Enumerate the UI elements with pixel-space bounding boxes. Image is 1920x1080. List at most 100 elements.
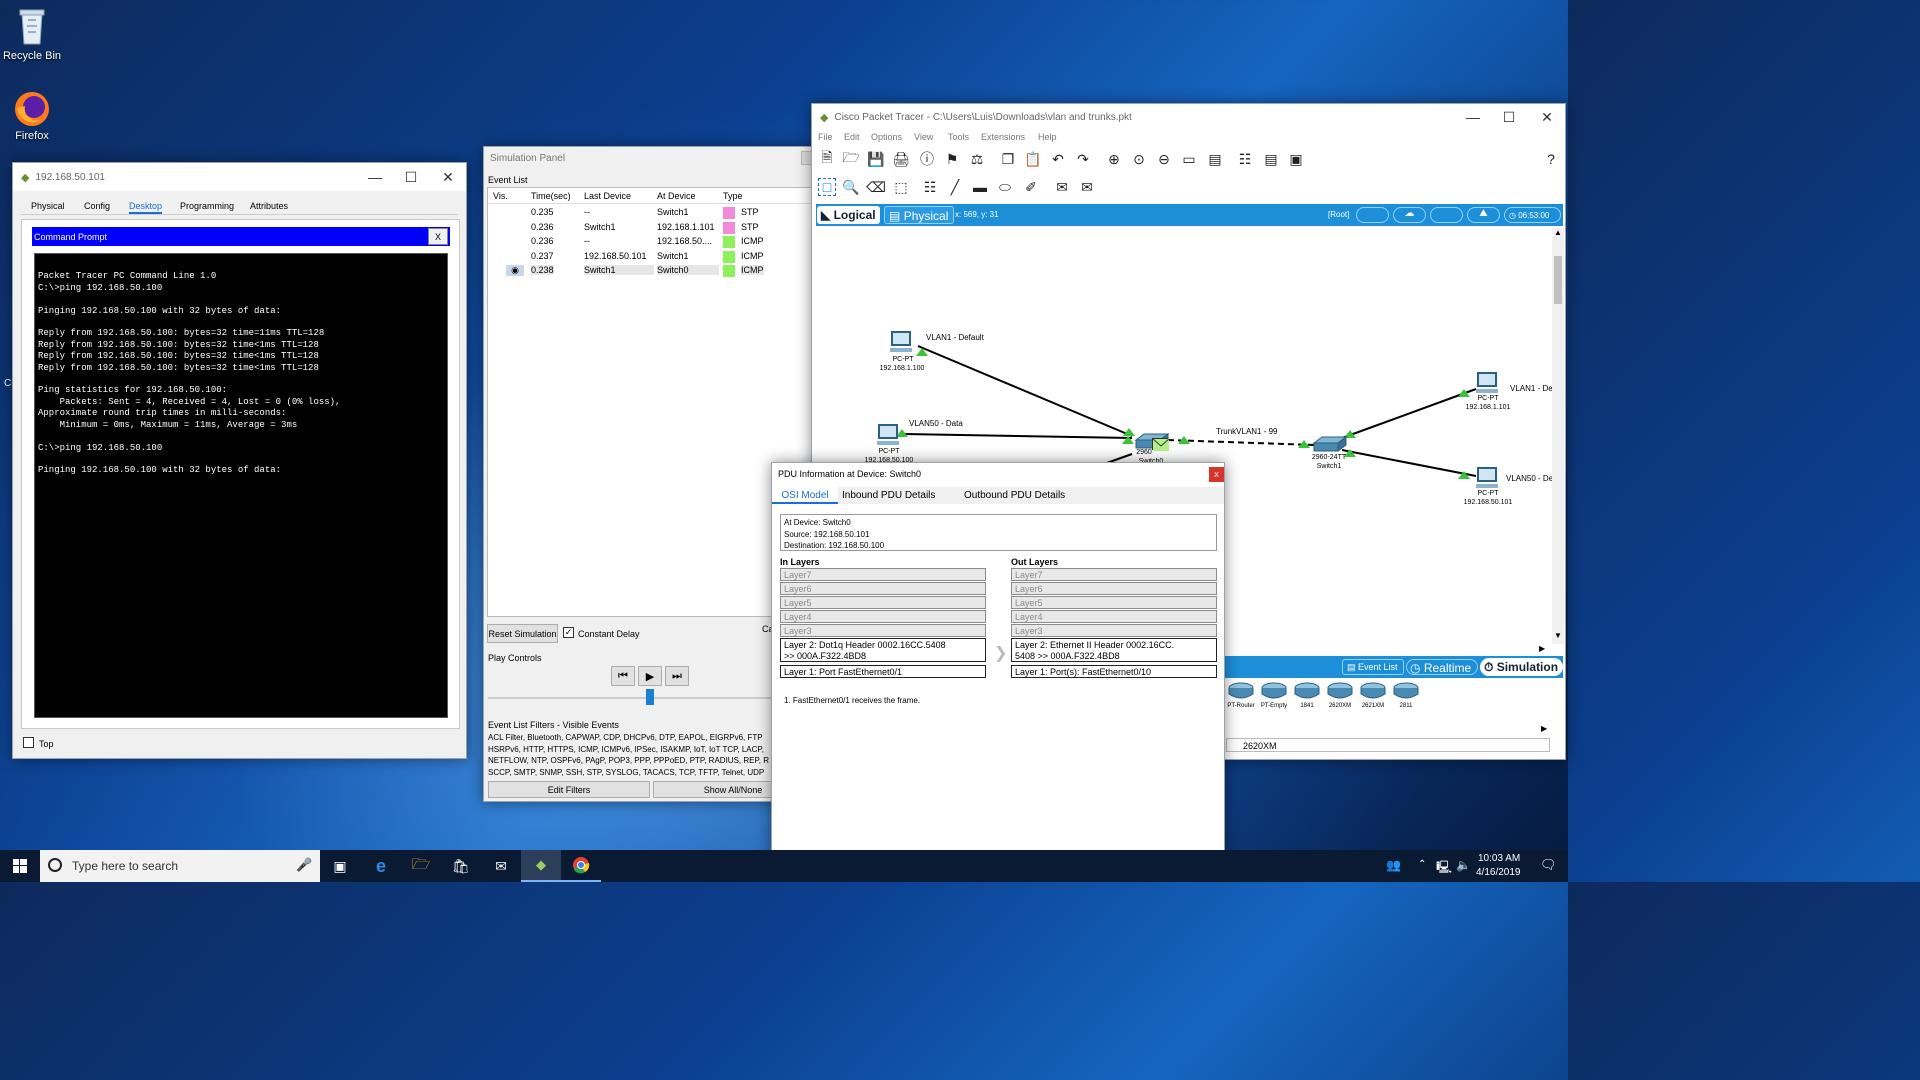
redo-icon[interactable]: ↷ xyxy=(1074,150,1092,168)
event-row[interactable]: 0.237 192.168.50.101 Switch1 ICMP xyxy=(488,250,813,265)
menu-edit[interactable]: Edit xyxy=(844,132,860,142)
new-icon[interactable]: 🗎 xyxy=(818,149,836,168)
people-icon[interactable]: 👥 xyxy=(1386,858,1401,872)
simulation-mode-button[interactable]: ⏱ Simulation xyxy=(1480,658,1563,676)
top-checkbox[interactable] xyxy=(23,737,34,748)
event-row[interactable]: 0.235 -- Switch1 STP xyxy=(488,206,813,221)
workspace-scrollbar-vertical[interactable]: ▲ ▼ xyxy=(1552,228,1564,644)
task-view-button[interactable]: ▣ xyxy=(320,850,360,882)
notes-icon[interactable]: ☷ xyxy=(1236,150,1254,168)
out-layer4[interactable]: Layer4 xyxy=(1011,610,1217,623)
zoom-reset-icon[interactable]: ⊙ xyxy=(1130,150,1148,168)
reset-simulation-button[interactable]: Reset Simulation xyxy=(487,624,558,643)
switch1-device[interactable] xyxy=(1312,435,1348,453)
device-pt-router[interactable]: PT-Router xyxy=(1226,682,1256,714)
desktop-icon-firefox[interactable]: Firefox xyxy=(0,90,64,142)
select-icon[interactable]: □ xyxy=(818,178,836,196)
device-2620xm[interactable]: 2620XM xyxy=(1325,682,1355,714)
tab-osi-model[interactable]: OSI Model xyxy=(772,487,838,504)
event-row[interactable]: 0.236 Switch1 192.168.1.101 STP xyxy=(488,221,813,236)
add-complex-pdu-icon[interactable]: ✉ xyxy=(1078,178,1096,196)
cluster-icon[interactable]: ☁ xyxy=(1393,207,1426,223)
clock-date[interactable]: 4/16/2019 xyxy=(1476,867,1521,878)
store-taskbar-button[interactable]: 🛍 xyxy=(441,850,481,882)
save-icon[interactable]: 💾 xyxy=(867,150,885,168)
column-time[interactable]: Time(sec) xyxy=(531,191,571,201)
minimize-button[interactable]: — xyxy=(1454,104,1492,130)
column-at-device[interactable]: At Device xyxy=(657,191,696,201)
constant-delay-checkbox[interactable]: ✓ xyxy=(563,627,574,638)
navigation-icon[interactable] xyxy=(1356,207,1389,223)
play-button[interactable]: ▶ xyxy=(638,666,662,686)
volume-icon[interactable]: 🔈 xyxy=(1456,858,1471,872)
tab-physical[interactable]: Physical xyxy=(31,201,65,211)
pc1-device[interactable] xyxy=(886,331,916,355)
network-info-icon[interactable]: ⚖ xyxy=(968,150,986,168)
viewport-icon[interactable] xyxy=(1430,207,1463,223)
add-simple-pdu-icon[interactable]: ✉ xyxy=(1053,178,1071,196)
in-layer4[interactable]: Layer4 xyxy=(780,610,986,623)
device-2621xm[interactable]: 2621XM xyxy=(1358,682,1388,714)
network-icon[interactable]: 🖳 xyxy=(1436,858,1452,879)
event-list-toggle[interactable]: ▤ Event List xyxy=(1342,659,1404,675)
menu-help[interactable]: Help xyxy=(1038,132,1057,142)
tab-outbound-pdu[interactable]: Outbound PDU Details xyxy=(964,490,1065,501)
edit-filters-button[interactable]: Edit Filters xyxy=(488,781,650,798)
device-1841[interactable]: 1841 xyxy=(1292,682,1322,714)
minimize-button[interactable]: — xyxy=(356,163,394,191)
tab-desktop[interactable]: Desktop xyxy=(129,201,163,214)
inspect-icon[interactable]: 🔍 xyxy=(842,178,860,196)
logical-tab[interactable]: ◣ Logical xyxy=(817,206,880,224)
scroll-down-icon[interactable]: ▼ xyxy=(1554,631,1562,640)
palette-scroll-right-icon[interactable]: ▶ xyxy=(1541,724,1547,733)
search-box[interactable]: Type here to search 🎤 xyxy=(40,850,320,882)
device-templates-icon[interactable]: ▤ xyxy=(1262,150,1280,168)
close-button[interactable]: ✕ xyxy=(429,163,467,191)
packet-tracer-taskbar-button[interactable]: ◆ xyxy=(521,850,561,882)
menu-view[interactable]: View xyxy=(914,132,933,142)
out-layer1[interactable]: Layer 1: Port(s): FastEthernet0/10 xyxy=(1011,665,1217,678)
notifications-icon[interactable]: 🗨 xyxy=(1540,857,1557,873)
pc2-device[interactable] xyxy=(873,424,903,448)
pc4-device[interactable] xyxy=(1472,467,1502,491)
wizard-icon[interactable]: ⚑ xyxy=(943,150,961,168)
scroll-up-icon[interactable]: ▲ xyxy=(1554,228,1562,237)
out-layer5[interactable]: Layer5 xyxy=(1011,596,1217,609)
place-note-icon[interactable]: ☷ xyxy=(921,178,939,196)
draw-ellipse-icon[interactable]: ⬭ xyxy=(996,178,1014,196)
column-type[interactable]: Type xyxy=(723,191,743,201)
physical-tab[interactable]: ▤ Physical xyxy=(884,206,954,224)
menu-options[interactable]: Options xyxy=(871,132,902,142)
delete-icon[interactable]: ⌫ xyxy=(866,178,886,196)
in-layer5[interactable]: Layer5 xyxy=(780,596,986,609)
pdu-envelope-icon[interactable] xyxy=(1152,438,1170,451)
file-explorer-taskbar-button[interactable]: 🗁 xyxy=(401,850,441,882)
background-image-icon[interactable]: ⛰ xyxy=(1467,207,1500,223)
freeform-icon[interactable]: ✐ xyxy=(1022,178,1040,196)
pdu-close-button[interactable]: x xyxy=(1209,467,1224,482)
out-layer3[interactable]: Layer3 xyxy=(1011,624,1217,637)
in-layer1[interactable]: Layer 1: Port FastEthernet0/1 xyxy=(780,665,986,678)
out-layer2[interactable]: Layer 2: Ethernet II Header 0002.16CC. 5… xyxy=(1011,638,1217,662)
tab-inbound-pdu[interactable]: Inbound PDU Details xyxy=(842,490,935,501)
start-button[interactable] xyxy=(0,850,40,882)
in-layer2[interactable]: Layer 2: Dot1q Header 0002.16CC.5408 >> … xyxy=(780,638,986,662)
help-icon[interactable]: ? xyxy=(1542,150,1560,168)
info-icon[interactable]: ⓘ xyxy=(918,150,936,168)
pc3-device[interactable] xyxy=(1472,372,1502,396)
in-layer3[interactable]: Layer3 xyxy=(780,624,986,637)
column-last-device[interactable]: Last Device xyxy=(584,191,631,201)
open-icon[interactable]: 🗁 xyxy=(842,149,860,168)
draw-line-icon[interactable]: ╱ xyxy=(946,178,964,196)
paste-icon[interactable]: 📋 xyxy=(1024,150,1042,168)
pt-titlebar[interactable]: ◆ Cisco Packet Tracer - C:\Users\Luis\Do… xyxy=(812,104,1565,130)
maximize-button[interactable]: ☐ xyxy=(1490,104,1528,130)
draw-rectangle-icon[interactable]: ▬ xyxy=(971,178,989,196)
undo-icon[interactable]: ↶ xyxy=(1049,150,1067,168)
maximize-button[interactable]: ☐ xyxy=(392,163,430,191)
edge-taskbar-button[interactable]: e xyxy=(361,850,401,882)
desktop-icon-recycle-bin[interactable]: Recycle Bin xyxy=(0,6,64,62)
scrollbar-thumb[interactable] xyxy=(1554,256,1562,304)
custom-device-icon[interactable]: ▤ xyxy=(1206,150,1224,168)
event-row[interactable]: 0.236 -- 192.168.50.... ICMP xyxy=(488,235,813,250)
